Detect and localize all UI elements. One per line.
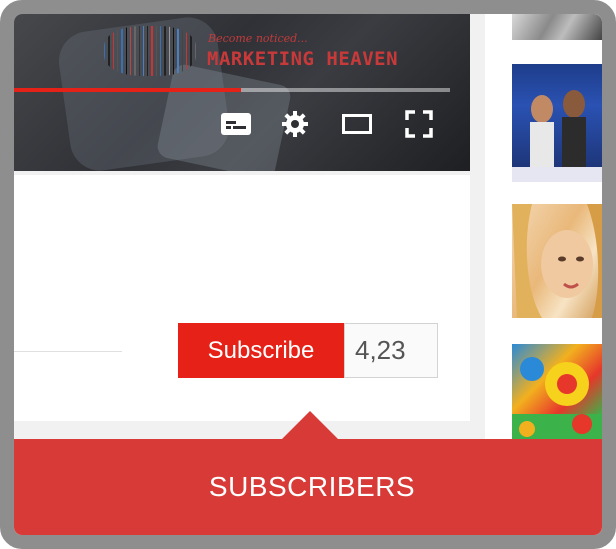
section-divider — [14, 351, 122, 352]
logo-barcode-icon — [104, 26, 196, 76]
logo-tagline: Become noticed... — [208, 32, 308, 45]
video-info-card — [14, 175, 470, 421]
subscribe-button[interactable]: Subscribe — [178, 323, 344, 378]
video-progress-fill — [14, 88, 241, 92]
video-player[interactable]: Become noticed... MARKETING HEAVEN — [14, 14, 470, 171]
subtitles-icon[interactable] — [221, 109, 251, 139]
subscriber-count: 4,23 — [344, 323, 438, 378]
screenshot-frame: Become noticed... MARKETING HEAVEN Subsc… — [0, 0, 616, 549]
banner-pointer — [282, 411, 338, 439]
player-controls — [214, 109, 444, 139]
banner-label: SUBSCRIBERS — [208, 471, 416, 502]
logo-text: MARKETING HEAVEN — [207, 48, 399, 70]
related-video-thumbnail[interactable] — [512, 64, 602, 182]
related-video-thumbnail[interactable] — [512, 204, 602, 318]
fullscreen-icon[interactable] — [404, 109, 434, 139]
theater-mode-icon[interactable] — [342, 109, 372, 139]
related-video-thumbnail[interactable] — [512, 14, 602, 40]
youtube-page: Become noticed... MARKETING HEAVEN Subsc… — [14, 14, 602, 535]
related-video-thumbnail[interactable] — [512, 344, 602, 444]
settings-gear-icon[interactable] — [280, 109, 310, 139]
video-progress-bar[interactable] — [14, 88, 450, 92]
